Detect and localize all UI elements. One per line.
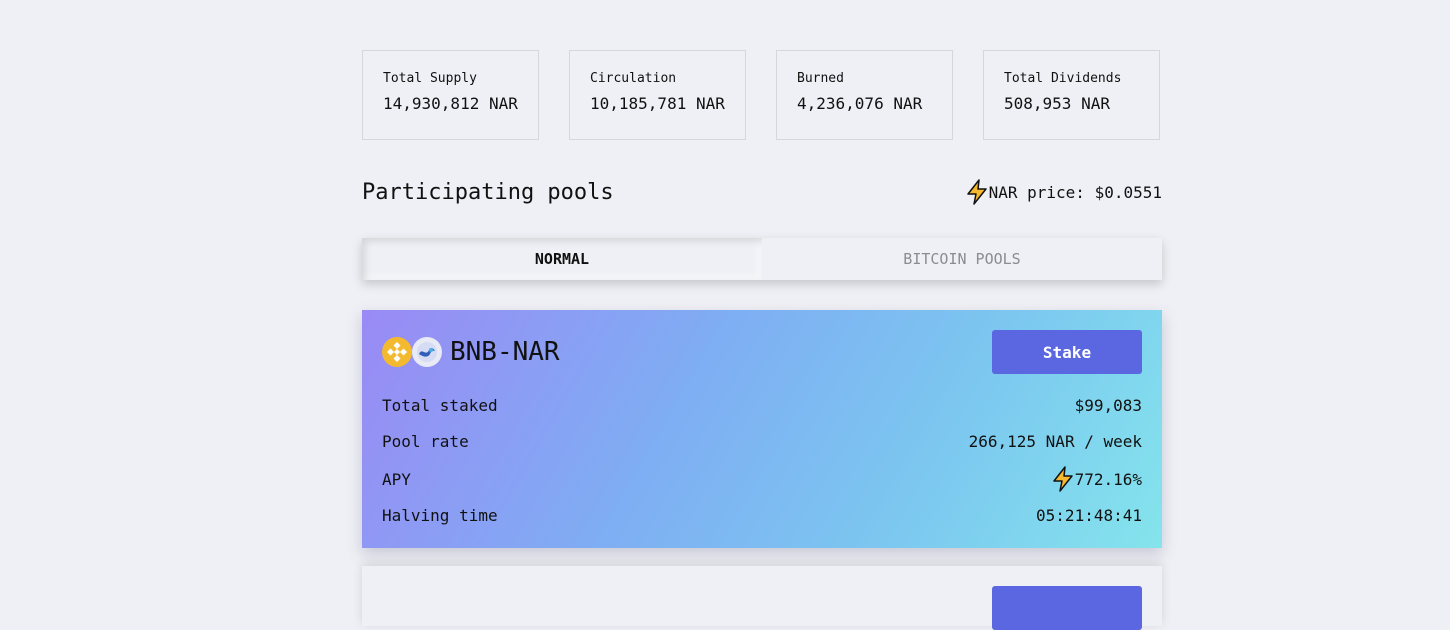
stat-value: 10,185,781 NAR: [590, 94, 725, 113]
tab-bitcoin-pools[interactable]: BITCOIN POOLS: [762, 238, 1162, 280]
pool-name: BNB-NAR: [450, 337, 560, 367]
pool-row-total-staked: Total staked $99,083: [382, 392, 1142, 418]
pool-row-pool-rate: Pool rate 266,125 NAR / week: [382, 428, 1142, 454]
stat-label: Burned: [797, 71, 844, 86]
row-label: APY: [382, 469, 411, 489]
row-value: $99,083: [1074, 395, 1142, 415]
stat-circulation: Circulation 10,185,781 NAR: [569, 50, 746, 140]
stake-button[interactable]: [992, 586, 1142, 630]
pool-row-halving-time: Halving time 05:21:48:41: [382, 502, 1142, 528]
bnb-icon: [382, 337, 412, 367]
row-value: 772.16%: [1074, 469, 1142, 489]
main-container: Total Supply 14,930,812 NAR Circulation …: [362, 50, 1162, 630]
row-label: Pool rate: [382, 431, 469, 451]
stats-row: Total Supply 14,930,812 NAR Circulation …: [362, 50, 1162, 140]
stat-value: 4,236,076 NAR: [797, 94, 923, 113]
row-label: Total staked: [382, 395, 498, 415]
stat-label: Total Dividends: [1004, 71, 1122, 86]
row-value: 266,125 NAR / week: [968, 431, 1142, 451]
row-value: 05:21:48:41: [1036, 505, 1142, 525]
stat-label: Total Supply: [383, 71, 477, 86]
stat-value: 14,930,812 NAR: [383, 94, 518, 113]
pool-name-wrap: BNB-NAR: [382, 337, 560, 367]
nar-price: NAR price: $0.0551: [965, 179, 1162, 205]
pool-tabs: NORMAL BITCOIN POOLS: [362, 238, 1162, 280]
nar-price-text: NAR price: $0.0551: [988, 182, 1162, 202]
stat-burned: Burned 4,236,076 NAR: [776, 50, 953, 140]
pool-card-next: [362, 566, 1162, 630]
apy-value-wrap: 772.16%: [1051, 466, 1142, 492]
stat-label: Circulation: [590, 71, 677, 86]
tab-normal[interactable]: NORMAL: [362, 238, 762, 280]
lightning-icon: [1051, 466, 1075, 492]
stake-button[interactable]: Stake: [992, 330, 1142, 374]
page-title: Participating pools: [362, 179, 614, 205]
nar-icon: [412, 337, 442, 367]
stat-value: 508,953 NAR: [1004, 94, 1110, 113]
pool-card-bnb-nar: BNB-NAR Stake Total staked $99,083 Pool …: [362, 310, 1162, 548]
pool-card-header: BNB-NAR Stake: [382, 330, 1142, 374]
pool-row-apy: APY 772.16%: [382, 464, 1142, 494]
stat-total-dividends: Total Dividends 508,953 NAR: [983, 50, 1160, 140]
lightning-icon: [965, 179, 989, 205]
stat-total-supply: Total Supply 14,930,812 NAR: [362, 50, 539, 140]
row-label: Halving time: [382, 505, 498, 525]
pools-header: Participating pools NAR price: $0.0551: [362, 179, 1162, 205]
